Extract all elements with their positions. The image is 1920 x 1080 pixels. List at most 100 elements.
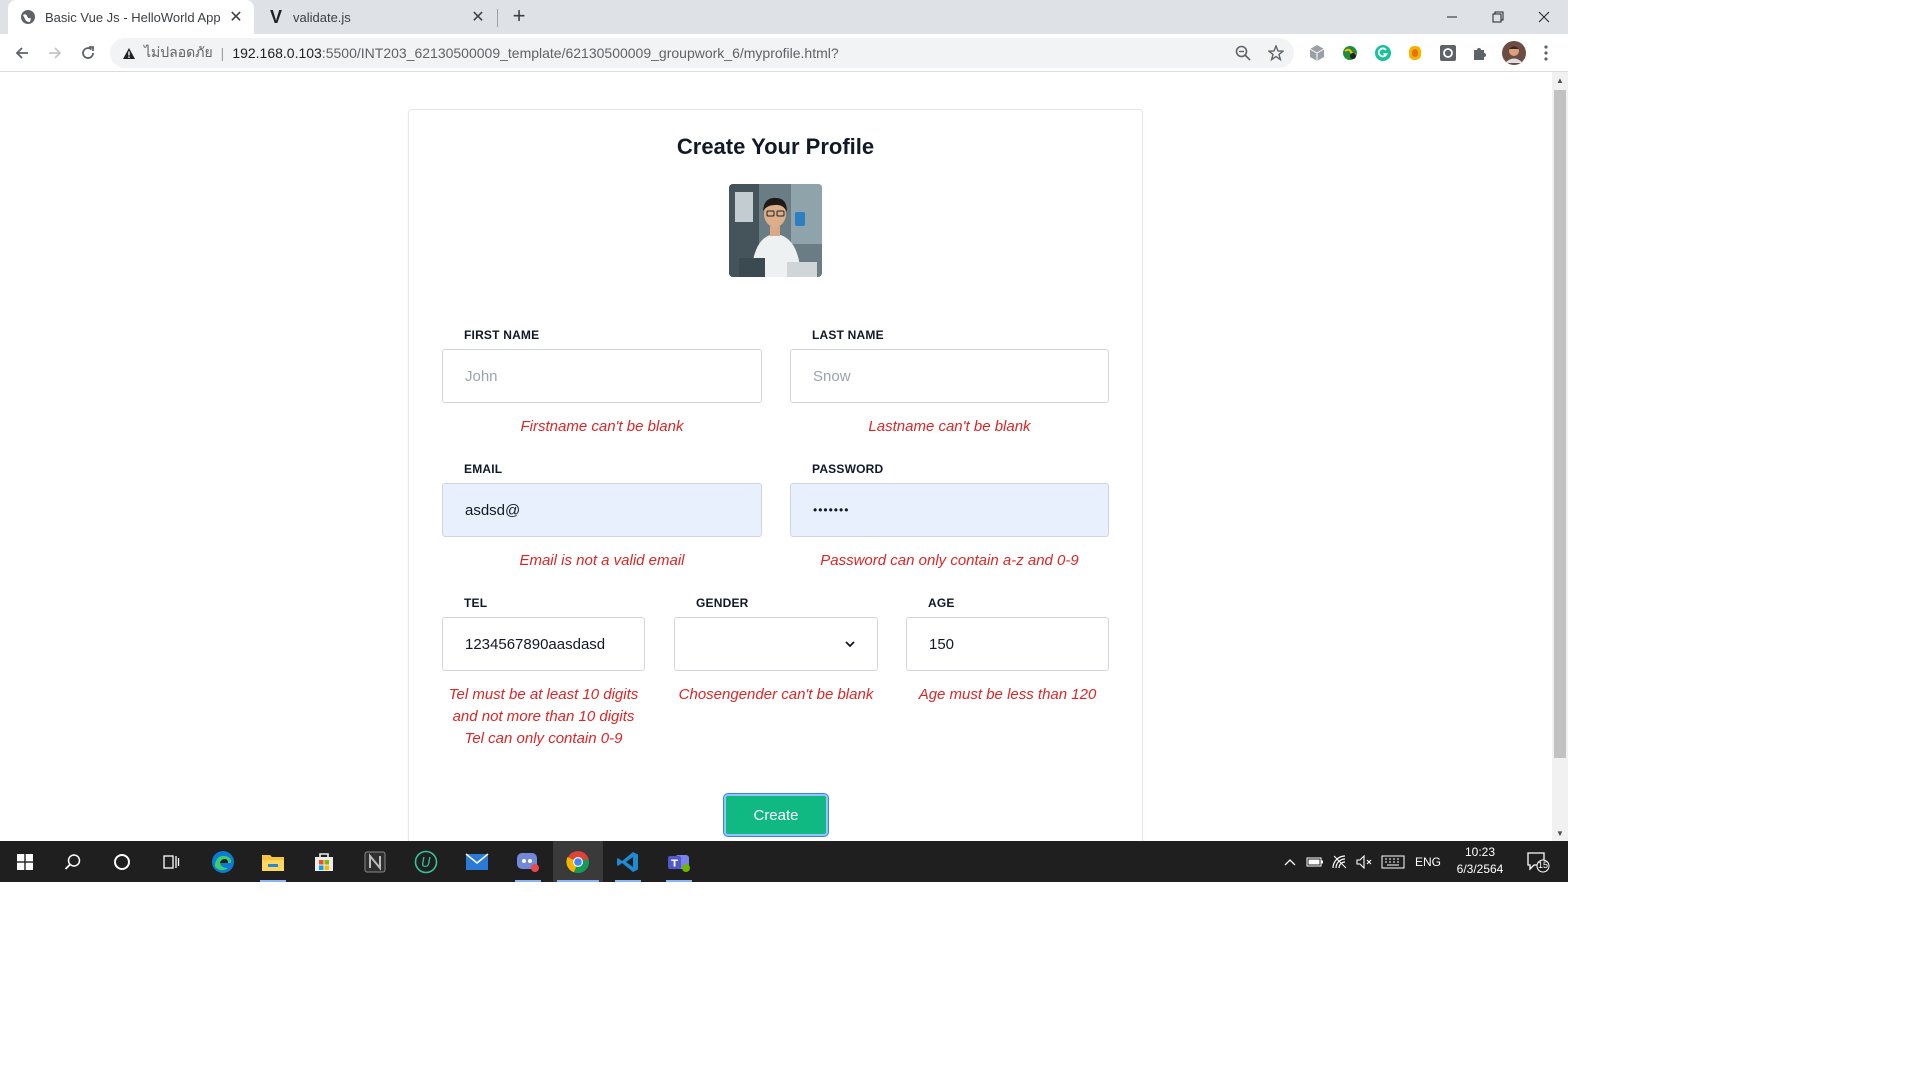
language-indicator[interactable]: ENG: [1409, 841, 1447, 882]
extension-orange-icon[interactable]: [1405, 43, 1425, 63]
page-content: Create Your Profile FIRST NAME John Firs…: [0, 72, 1552, 841]
tel-error: Tel must be at least 10 digits and not m…: [442, 684, 645, 750]
notion-icon[interactable]: [350, 841, 400, 882]
age-field[interactable]: 150: [906, 617, 1109, 671]
grammarly-icon[interactable]: [1373, 43, 1393, 63]
last-name-placeholder: Snow: [813, 367, 851, 385]
show-hidden-icons[interactable]: [1279, 841, 1301, 882]
cortana-icon[interactable]: [97, 841, 147, 882]
create-button[interactable]: Create: [724, 794, 828, 836]
minimize-button[interactable]: [1429, 0, 1475, 34]
mail-icon[interactable]: [452, 841, 502, 882]
age-value: 150: [929, 635, 955, 653]
close-tab-icon[interactable]: ✕: [468, 7, 488, 27]
extension-o-icon[interactable]: [1438, 43, 1458, 63]
reload-button[interactable]: [74, 39, 102, 67]
extension-globe-icon[interactable]: [1340, 43, 1360, 63]
scrollbar-thumb[interactable]: [1554, 90, 1566, 758]
age-label: AGE: [928, 596, 955, 610]
notification-center-icon[interactable]: 15: [1522, 841, 1554, 882]
battery-icon[interactable]: [1304, 841, 1326, 882]
touch-keyboard-icon[interactable]: [1379, 841, 1407, 882]
first-name-label: FIRST NAME: [464, 328, 540, 342]
edge-icon[interactable]: [198, 841, 248, 882]
last-name-error: Lastname can't be blank: [868, 418, 1031, 435]
tel-error-line: Tel must be at least 10 digits: [448, 686, 639, 703]
profile-form-card: Create Your Profile FIRST NAME John Firs…: [408, 109, 1143, 841]
bookmark-star-icon[interactable]: [1266, 43, 1286, 63]
zoom-icon[interactable]: [1233, 43, 1253, 63]
gender-error: Chosengender can't be blank: [678, 686, 874, 703]
tel-error-line: Tel can only contain 0-9: [464, 730, 623, 747]
windows-start-icon[interactable]: [0, 841, 50, 882]
search-icon[interactable]: [48, 841, 98, 882]
first-name-field[interactable]: John: [442, 349, 762, 403]
gender-label: GENDER: [696, 596, 749, 610]
upwork-icon[interactable]: U: [401, 841, 451, 882]
email-label: EMAIL: [464, 462, 503, 476]
address-bar[interactable]: ไม่ปลอดภัย | 192.168.0.103:5500/INT203_6…: [110, 38, 1294, 68]
url-path: :5500/INT203_62130500009_template/621305…: [321, 45, 839, 61]
close-window-button[interactable]: [1521, 0, 1567, 34]
gender-select[interactable]: [674, 617, 878, 671]
tab-title: Basic Vue Js - HelloWorld App: [45, 9, 221, 25]
windows-taskbar: U T ENG 10:23 6/3/2564 15: [0, 841, 1568, 882]
password-value: •••••••: [813, 503, 850, 517]
discord-icon[interactable]: [503, 841, 553, 882]
first-name-placeholder: John: [465, 367, 498, 385]
browser-toolbar: ไม่ปลอดภัย | 192.168.0.103:5500/INT203_6…: [0, 34, 1568, 72]
file-explorer-icon[interactable]: [248, 841, 298, 882]
page-scrollbar[interactable]: ▲ ▼: [1552, 72, 1568, 841]
first-name-error: Firstname can't be blank: [520, 418, 684, 435]
chevron-down-icon: [843, 637, 857, 651]
address-divider: |: [220, 45, 225, 61]
scroll-up-arrow[interactable]: ▲: [1552, 72, 1568, 88]
url-host: 192.168.0.103: [232, 45, 322, 61]
warning-icon[interactable]: [122, 47, 138, 60]
globe-icon: [20, 9, 36, 25]
profile-photo: [729, 184, 822, 277]
email-field[interactable]: asdsd@: [442, 483, 762, 537]
tab-validate-js[interactable]: V validate.js ✕: [256, 0, 496, 34]
vscode-icon[interactable]: [603, 841, 653, 882]
security-label: ไม่ปลอดภัย: [144, 44, 213, 60]
extensions-puzzle-icon[interactable]: [1470, 43, 1490, 63]
svg-text:T: T: [671, 858, 678, 869]
tel-value: 1234567890aasdasd: [465, 635, 606, 653]
task-view-icon[interactable]: [146, 841, 196, 882]
close-tab-icon[interactable]: ✕: [226, 7, 246, 27]
new-tab-button[interactable]: +: [508, 5, 530, 28]
age-error: Age must be less than 120: [918, 686, 1097, 703]
wifi-icon[interactable]: [1329, 841, 1351, 882]
volume-muted-icon[interactable]: [1353, 841, 1375, 882]
last-name-label: LAST NAME: [812, 328, 884, 342]
tel-field[interactable]: 1234567890aasdasd: [442, 617, 645, 671]
tab-title: validate.js: [293, 9, 351, 25]
forward-button[interactable]: [41, 39, 69, 67]
back-button[interactable]: [8, 39, 36, 67]
tel-label: TEL: [464, 596, 488, 610]
chrome-menu-icon[interactable]: [1536, 43, 1556, 63]
page-title: Create Your Profile: [676, 134, 875, 159]
scroll-down-arrow[interactable]: ▼: [1552, 825, 1568, 841]
email-value: asdsd@: [465, 501, 521, 519]
validate-logo-icon: V: [269, 6, 282, 27]
microsoft-store-icon[interactable]: [299, 841, 349, 882]
tab-separator: [497, 9, 498, 27]
restore-button[interactable]: [1475, 0, 1521, 34]
clock-date: 6/3/2564: [1456, 862, 1504, 876]
tab-basic-vue[interactable]: Basic Vue Js - HelloWorld App ✕: [8, 0, 254, 34]
last-name-field[interactable]: Snow: [790, 349, 1109, 403]
chrome-icon[interactable]: [553, 841, 603, 882]
notification-count: 15: [1538, 860, 1549, 870]
email-error: Email is not a valid email: [519, 552, 685, 569]
password-field[interactable]: •••••••: [790, 483, 1109, 537]
teams-icon[interactable]: T: [654, 841, 704, 882]
svg-text:U: U: [421, 856, 431, 871]
extension-cube-icon[interactable]: [1307, 43, 1327, 63]
taskbar-clock[interactable]: 10:23 6/3/2564: [1450, 844, 1510, 878]
tel-error-line: and not more than 10 digits: [452, 708, 635, 725]
clock-time: 10:23: [1464, 845, 1496, 859]
password-error: Password can only contain a-z and 0-9: [820, 552, 1079, 569]
profile-avatar-icon[interactable]: [1502, 41, 1526, 65]
